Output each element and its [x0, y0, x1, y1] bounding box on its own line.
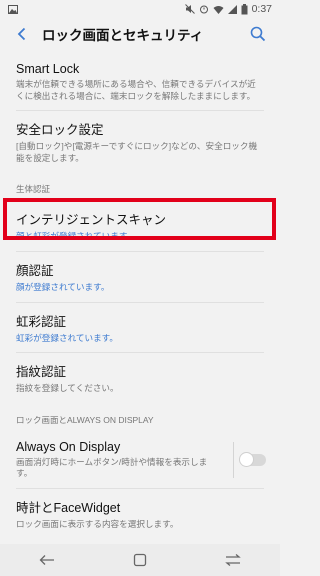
section-header-lock-screen: ロック画面とALWAYS ON DISPLAY: [16, 414, 154, 425]
intelligent-scan-item[interactable]: インテリジェントスキャン 顔と虹彩が登録されています。: [0, 201, 280, 251]
clock-facewidget-description: ロック画面に表示する内容を選択します。: [16, 518, 179, 529]
intelligent-scan-label: インテリジェントスキャン: [16, 213, 167, 228]
always-on-display-item[interactable]: Always On Display 画面消灯時にホームボタン/時計や情報を表示し…: [0, 432, 280, 488]
face-recognition-status: 顔が登録されています。: [16, 281, 110, 292]
status-bar: 0:37: [0, 0, 280, 18]
always-on-display-description: 画面消灯時にホームボタン/時計や情報を表示します。: [16, 456, 208, 479]
page-title: ロック画面とセキュリティ: [42, 28, 204, 43]
iris-scanner-label: 虹彩認証: [16, 314, 67, 329]
secure-lock-label: 安全ロック設定: [16, 123, 104, 138]
clock-facewidget-label: 時計とFaceWidget: [16, 500, 121, 515]
alarm-icon: [199, 4, 209, 14]
always-on-display-label: Always On Display: [16, 439, 121, 454]
recents-icon[interactable]: [217, 548, 249, 572]
app-header: ロック画面とセキュリティ: [0, 18, 280, 50]
fingerprint-item[interactable]: 指紋認証 指紋を登録してください。: [0, 353, 280, 403]
section-header-biometrics: 生体認証: [16, 184, 51, 195]
back-arrow-icon[interactable]: [31, 548, 63, 572]
vertical-separator: [233, 441, 234, 478]
fingerprint-status: 指紋を登録してください。: [16, 383, 119, 394]
navigation-bar: [0, 544, 280, 576]
face-recognition-label: 顔認証: [16, 263, 54, 278]
secure-lock-description: [自動ロック]や[電源キーですぐにロック]などの、安全ロック機能を設定します。: [16, 141, 258, 163]
face-recognition-item[interactable]: 顔認証 顔が登録されています。: [0, 252, 280, 302]
mute-icon: [184, 4, 195, 14]
search-icon[interactable]: [246, 22, 270, 46]
iris-scanner-status: 虹彩が登録されています。: [16, 332, 119, 343]
always-on-display-toggle[interactable]: [239, 451, 266, 467]
chevron-left-icon[interactable]: [10, 22, 34, 46]
battery-icon: [241, 3, 248, 15]
status-time: 0:37: [251, 3, 272, 15]
iris-scanner-item[interactable]: 虹彩認証 虹彩が登録されています。: [0, 303, 280, 353]
smart-lock-label: Smart Lock: [16, 62, 80, 76]
signal-icon: [227, 4, 237, 14]
toggle-knob: [239, 451, 254, 467]
settings-list: Smart Lock 端末が信頼できる場所にある場合や、信頼できるデバイスが近く…: [0, 54, 280, 539]
clock-facewidget-item[interactable]: 時計とFaceWidget ロック画面に表示する内容を選択します。: [0, 489, 280, 539]
gallery-icon: [8, 4, 18, 14]
fingerprint-label: 指紋認証: [16, 365, 67, 380]
secure-lock-item[interactable]: 安全ロック設定 [自動ロック]や[電源キーですぐにロック]などの、安全ロック機能…: [0, 111, 280, 172]
smart-lock-item[interactable]: Smart Lock 端末が信頼できる場所にある場合や、信頼できるデバイスが近く…: [0, 54, 280, 110]
home-square-icon[interactable]: [124, 548, 156, 572]
wifi-icon: [213, 5, 224, 14]
intelligent-scan-status: 顔と虹彩が登録されています。: [16, 231, 136, 242]
smart-lock-description: 端末が信頼できる場所にある場合や、信頼できるデバイスが近くに検出される場合に、端…: [16, 79, 256, 101]
